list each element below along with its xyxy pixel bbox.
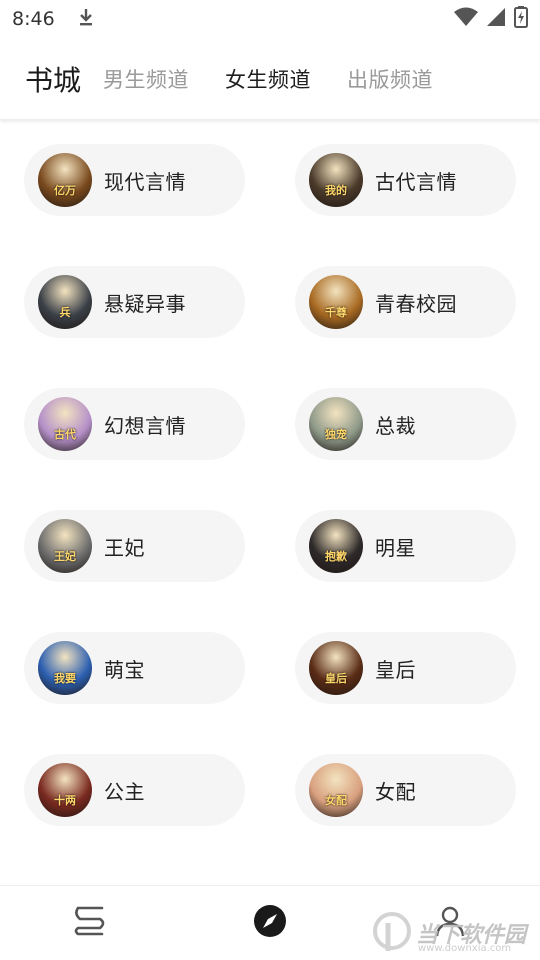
signal-icon [486,7,506,32]
category-label: 总裁 [375,413,416,438]
category-chip[interactable]: 十两 公主 [24,754,245,826]
category-chip[interactable]: 我要 萌宝 [24,632,245,704]
book-cover-image: 亿万 [38,153,92,207]
status-bar: 8:46 [0,0,540,38]
battery-charging-icon [514,5,528,33]
category-chip[interactable]: 亿万 现代言情 [24,144,245,216]
watermark-icon [373,911,411,951]
category-label: 古代言情 [375,169,457,194]
book-cover-image: 我的 [309,153,363,207]
category-chip[interactable]: 王妃 王妃 [24,510,245,582]
category-label: 王妃 [104,535,145,560]
category-chip[interactable]: 兵 悬疑异事 [24,266,245,338]
nav-discover[interactable] [240,893,300,953]
book-cover-image: 王妃 [38,519,92,573]
category-chip[interactable]: 我的 古代言情 [295,144,516,216]
book-cover-image: 女配 [309,763,363,817]
category-label: 女配 [375,779,416,804]
category-chip[interactable]: 抱歉 明星 [295,510,516,582]
category-label: 现代言情 [104,169,186,194]
watermark-url: www.downxia.com [418,943,512,954]
category-label: 悬疑异事 [104,291,186,316]
download-icon [77,7,95,32]
category-grid: 亿万 现代言情 我的 古代言情 兵 悬疑异事 千尊 青春校园 古代 幻想言情 独… [0,120,540,885]
category-chip[interactable]: 皇后 皇后 [295,632,516,704]
book-cover-image: 抱歉 [309,519,363,573]
category-chip[interactable]: 女配 女配 [295,754,516,826]
discover-compass-icon [253,904,287,942]
book-cover-image: 独宠 [309,397,363,451]
book-cover-image: 兵 [38,275,92,329]
wifi-icon [454,7,478,32]
tab-female-channel[interactable]: 女生频道 [225,64,311,94]
category-label: 青春校园 [375,291,457,316]
category-chip[interactable]: 千尊 青春校园 [295,266,516,338]
category-label: 公主 [104,779,145,804]
page-title: 书城 [25,63,82,97]
book-cover-image: 千尊 [309,275,363,329]
book-cover-image: 皇后 [309,641,363,695]
category-label: 明星 [375,535,416,560]
bookshelf-icon [72,905,108,941]
book-cover-image: 我要 [38,641,92,695]
book-cover-image: 十两 [38,763,92,817]
top-header: 书城 男生频道 女生频道 出版频道 [0,38,540,120]
category-chip[interactable]: 独宠 总裁 [295,388,516,460]
nav-bookshelf[interactable] [60,893,120,953]
category-chip[interactable]: 古代 幻想言情 [24,388,245,460]
category-label: 皇后 [375,657,416,682]
book-cover-image: 古代 [38,397,92,451]
tab-male-channel[interactable]: 男生频道 [103,64,189,94]
category-label: 幻想言情 [104,413,186,438]
tab-publish-channel[interactable]: 出版频道 [347,64,433,94]
watermark-logo: 当下软件园 www.downxia.com [372,905,540,960]
status-time: 8:46 [12,8,55,30]
category-label: 萌宝 [104,657,145,682]
